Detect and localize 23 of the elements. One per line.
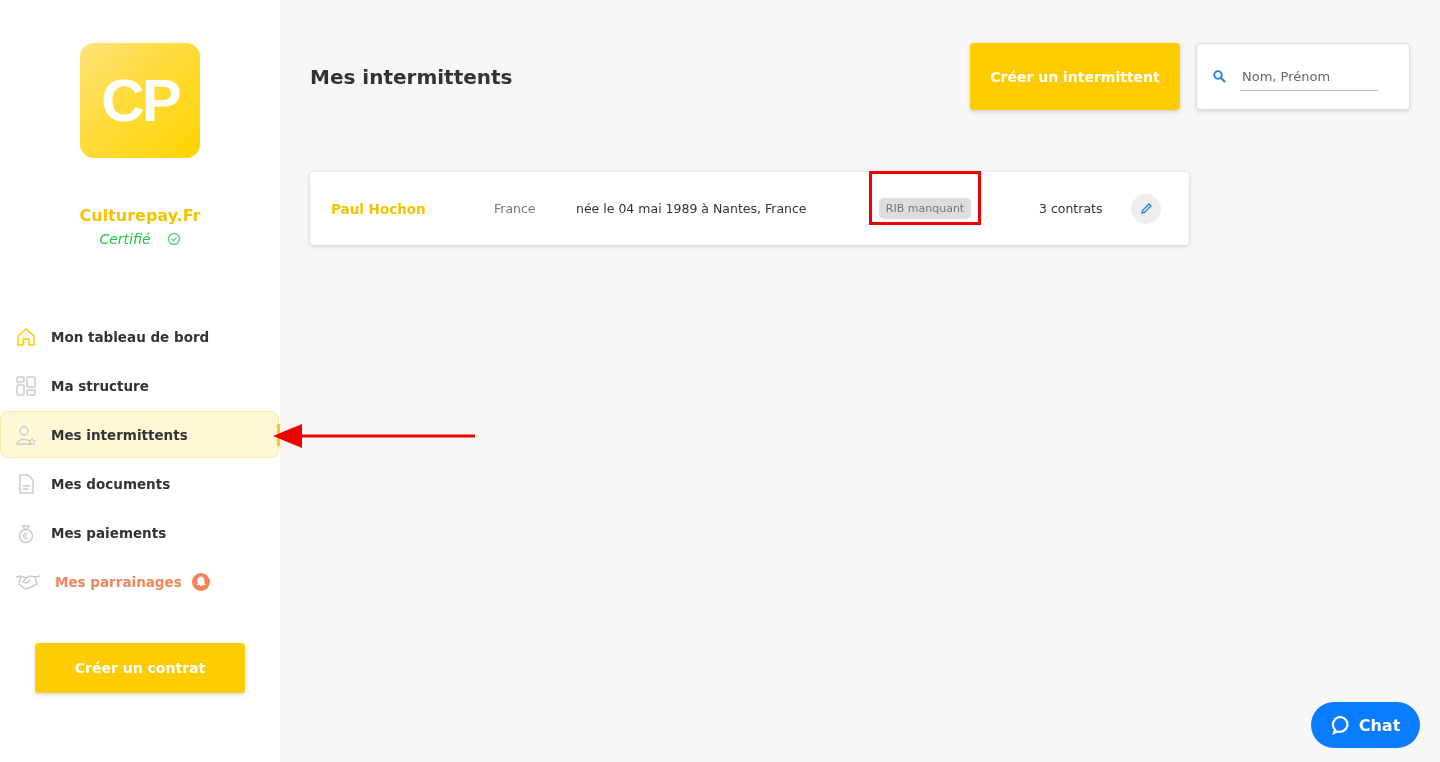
search-icon (1213, 70, 1226, 83)
nav-item[interactable]: Mes documents (0, 460, 279, 507)
nav-item[interactable]: Mes intermittents (0, 411, 279, 458)
pencil-icon (1139, 202, 1153, 215)
person-country: France (494, 201, 537, 216)
birth-info: née le 04 mai 1989 à Nantes, France (576, 201, 808, 216)
person-star-icon (15, 423, 37, 446)
layout-icon (15, 374, 37, 397)
bell-badge-icon (191, 572, 210, 591)
status-badge: RIB manquant (878, 198, 972, 219)
nav-item[interactable]: Ma structure (0, 362, 279, 409)
chat-button[interactable]: Chat (1311, 702, 1420, 748)
nav-item[interactable]: Mon tableau de bord (0, 313, 279, 360)
home-icon (15, 325, 37, 348)
logo: CP (80, 43, 200, 158)
nav-item[interactable]: Mes paiements (0, 509, 279, 556)
edit-button[interactable] (1131, 193, 1161, 224)
certification-status: Certifié (99, 231, 151, 247)
page-title: Mes intermittents (310, 64, 514, 89)
brand-name: Culturepay.Fr (79, 206, 201, 225)
contracts-count: 3 contrats (1039, 201, 1104, 216)
search-box[interactable]: Nom, Prénom (1196, 43, 1410, 110)
speech-bubble-icon (1330, 715, 1351, 735)
